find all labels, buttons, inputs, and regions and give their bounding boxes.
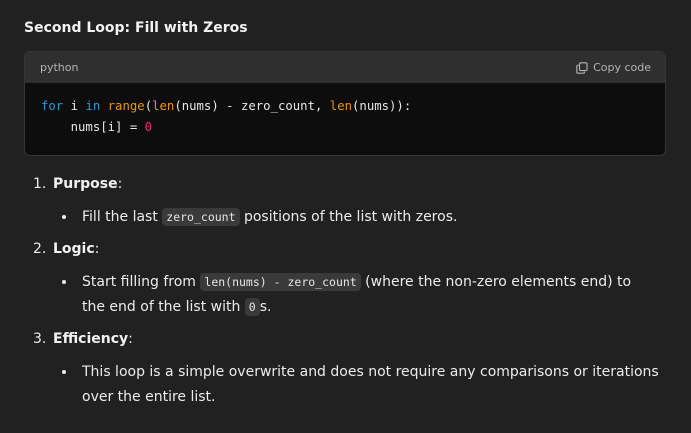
code-builtin: len xyxy=(152,99,175,113)
list-item-title: Purpose: xyxy=(53,176,122,192)
inline-code: zero_count xyxy=(162,208,240,226)
code-text: (nums) - zero_count, xyxy=(174,99,330,113)
chat-message: Second Loop: Fill with Zeros python Copy… xyxy=(0,0,691,433)
code-text: (nums)): xyxy=(352,99,412,113)
bullet-dot xyxy=(62,215,66,219)
code-line-1: for i in range(len(nums) - zero_count, l… xyxy=(41,99,411,113)
code-block-header: python Copy code xyxy=(25,52,665,83)
bullet-text: This loop is a simple overwrite and does… xyxy=(82,364,659,405)
inline-code: len(nums) - zero_count xyxy=(200,273,361,291)
bullet-text-part: positions of the list with zeros. xyxy=(239,209,458,225)
list-item-title: Efficiency: xyxy=(53,331,133,347)
list-number: 2. xyxy=(33,241,47,257)
bullet-text-part: Fill the last xyxy=(82,209,163,225)
list-item-title-text: Logic xyxy=(53,241,95,257)
list-item-title-text: Efficiency xyxy=(53,331,129,347)
copy-code-button[interactable]: Copy code xyxy=(576,61,651,74)
inline-code: 0 xyxy=(244,298,260,316)
code-block: python Copy code for i in range(len(nums… xyxy=(24,51,666,156)
copy-icon xyxy=(576,61,588,74)
code-number: 0 xyxy=(144,120,153,134)
list-item-colon: : xyxy=(128,331,133,347)
code-content: for i in range(len(nums) - zero_count, l… xyxy=(25,83,665,138)
bullet-dot xyxy=(62,370,66,374)
code-text: nums[i] = xyxy=(41,120,145,134)
list-item-colon: : xyxy=(117,176,123,192)
list-item-title-text: Purpose xyxy=(53,176,118,192)
list-number: 3. xyxy=(33,331,47,347)
code-text: i xyxy=(63,99,86,113)
code-builtin: range xyxy=(107,99,145,113)
bullet-dot xyxy=(62,280,66,284)
code-keyword: in xyxy=(85,99,101,113)
code-text: ( xyxy=(144,99,153,113)
bullet-text-part: s. xyxy=(259,299,272,315)
code-keyword: for xyxy=(41,99,64,113)
code-line-2: nums[i] = 0 xyxy=(41,120,152,134)
list-number: 1. xyxy=(33,176,47,192)
copy-code-label: Copy code xyxy=(593,61,651,74)
code-builtin: len xyxy=(329,99,353,113)
section-heading: Second Loop: Fill with Zeros xyxy=(24,20,248,36)
list-item-title: Logic: xyxy=(53,241,99,257)
bullet-text: Start filling from len(nums) - zero_coun… xyxy=(82,270,652,320)
bullet-text-part: Start filling from xyxy=(82,274,201,290)
bullet-text: Fill the last zero_count positions of th… xyxy=(82,205,662,230)
code-language-label: python xyxy=(40,61,79,74)
list-item-colon: : xyxy=(94,241,100,257)
